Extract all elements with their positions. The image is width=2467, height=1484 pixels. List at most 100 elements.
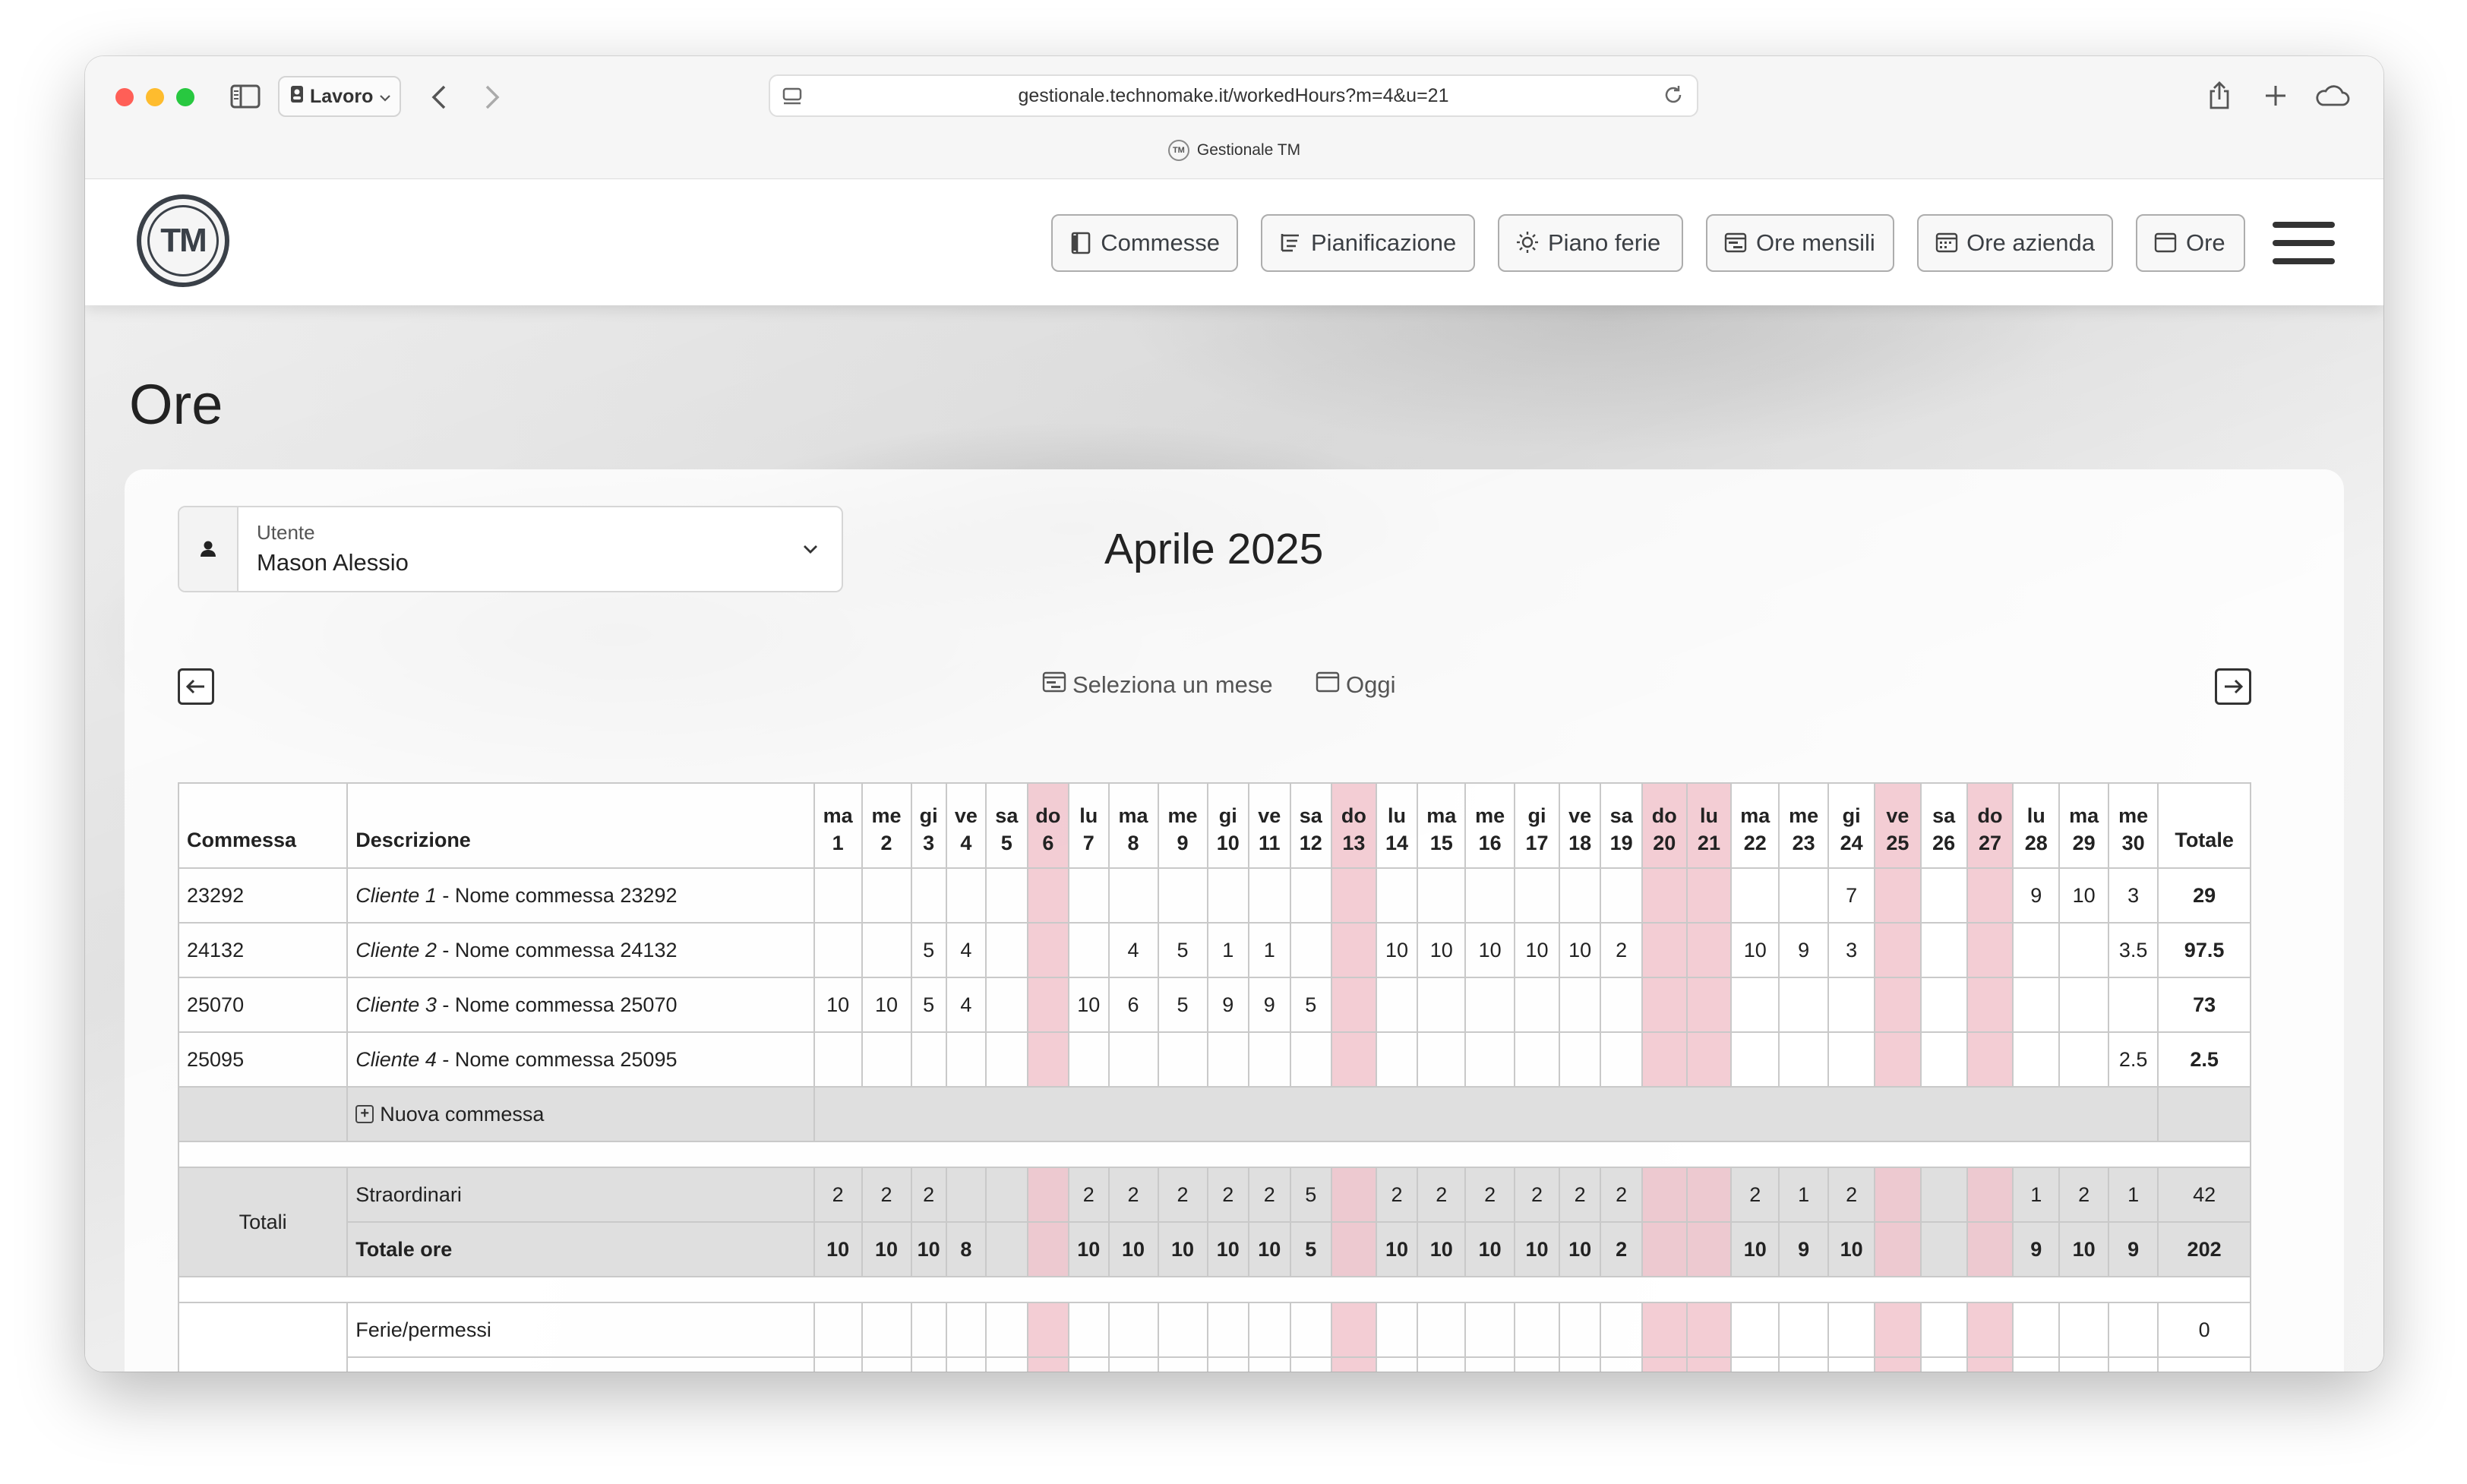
- hours-cell[interactable]: [1026, 1302, 1070, 1358]
- hours-cell[interactable]: 10: [1464, 1221, 1516, 1277]
- user-select[interactable]: Utente Mason Alessio: [178, 506, 843, 592]
- hours-cell[interactable]: [1157, 1302, 1208, 1358]
- hours-cell[interactable]: [910, 1031, 947, 1088]
- hours-cell[interactable]: [985, 1302, 1028, 1358]
- hours-cell[interactable]: [1206, 1031, 1250, 1088]
- hours-cell[interactable]: [1514, 1031, 1560, 1088]
- hours-cell[interactable]: 9: [1248, 977, 1291, 1033]
- hours-cell[interactable]: [1558, 1031, 1602, 1088]
- hours-cell[interactable]: [813, 1302, 863, 1358]
- nav-ore-button[interactable]: Ore: [2136, 214, 2245, 272]
- hours-cell[interactable]: [1026, 922, 1070, 978]
- hours-cell[interactable]: [1685, 867, 1733, 924]
- hours-cell[interactable]: [1248, 867, 1291, 924]
- hours-cell[interactable]: [1966, 1031, 2014, 1088]
- hours-cell[interactable]: [1068, 1356, 1110, 1372]
- hours-cell[interactable]: [1464, 867, 1516, 924]
- hours-cell[interactable]: 1: [2012, 1167, 2061, 1223]
- hours-cell[interactable]: 3.5: [2108, 922, 2159, 978]
- cloud-tabs-icon[interactable]: [2312, 79, 2352, 112]
- hours-cell[interactable]: [2108, 1356, 2159, 1372]
- hours-cell[interactable]: [1730, 1031, 1780, 1088]
- hours-cell[interactable]: [2108, 1302, 2159, 1358]
- hours-cell[interactable]: [1730, 867, 1780, 924]
- hours-cell[interactable]: 2: [1600, 1167, 1643, 1223]
- hamburger-menu-icon[interactable]: [2273, 222, 2335, 264]
- hours-cell[interactable]: [1375, 977, 1419, 1033]
- hours-cell[interactable]: [1919, 867, 1968, 924]
- hours-cell[interactable]: [945, 1031, 987, 1088]
- nav-pianificazione-button[interactable]: Pianificazione: [1261, 214, 1475, 272]
- hours-cell[interactable]: 2: [1827, 1167, 1875, 1223]
- hours-cell[interactable]: 9: [1778, 922, 1830, 978]
- hours-cell[interactable]: [910, 1356, 947, 1372]
- company-logo[interactable]: TM: [137, 194, 229, 287]
- hours-cell[interactable]: 5: [1289, 1221, 1333, 1277]
- hours-cell[interactable]: 3: [1827, 922, 1875, 978]
- hours-cell[interactable]: 10: [1417, 922, 1467, 978]
- hours-cell[interactable]: 8: [945, 1221, 987, 1277]
- hours-cell[interactable]: [1641, 867, 1688, 924]
- hours-cell[interactable]: [1248, 1302, 1291, 1358]
- hours-cell[interactable]: 4: [945, 922, 987, 978]
- hours-cell[interactable]: 2: [1206, 1167, 1250, 1223]
- hours-cell[interactable]: 2: [1157, 1167, 1208, 1223]
- hours-cell[interactable]: [1966, 1221, 2014, 1277]
- hours-cell[interactable]: [1331, 1221, 1377, 1277]
- today-button[interactable]: Oggi: [1316, 668, 1395, 702]
- hours-cell[interactable]: 2.5: [2108, 1031, 2159, 1088]
- hours-cell[interactable]: 10: [1514, 922, 1560, 978]
- hours-cell[interactable]: 9: [1206, 977, 1250, 1033]
- hours-cell[interactable]: [813, 1031, 863, 1088]
- hours-cell[interactable]: 4: [1107, 922, 1159, 978]
- hours-cell[interactable]: [1966, 1356, 2014, 1372]
- hours-cell[interactable]: [813, 1356, 863, 1372]
- previous-month-button[interactable]: [178, 668, 214, 705]
- hours-cell[interactable]: [1464, 1031, 1516, 1088]
- hours-cell[interactable]: [861, 922, 912, 978]
- hours-cell[interactable]: [1641, 1302, 1688, 1358]
- hours-cell[interactable]: 9: [1778, 1221, 1830, 1277]
- hours-cell[interactable]: [1157, 1356, 1208, 1372]
- hours-cell[interactable]: [1558, 1302, 1602, 1358]
- hours-cell[interactable]: [1107, 867, 1159, 924]
- hours-cell[interactable]: [1206, 867, 1250, 924]
- hours-cell[interactable]: [1966, 1302, 2014, 1358]
- hours-cell[interactable]: 2: [813, 1167, 863, 1223]
- hours-cell[interactable]: [1685, 1031, 1733, 1088]
- hours-cell[interactable]: [945, 1356, 987, 1372]
- hours-cell[interactable]: [985, 1031, 1028, 1088]
- hours-cell[interactable]: [1778, 1356, 1830, 1372]
- hours-cell[interactable]: [813, 922, 863, 978]
- hours-cell[interactable]: [1464, 1356, 1516, 1372]
- hours-cell[interactable]: 10: [1375, 1221, 1419, 1277]
- hours-cell[interactable]: [1331, 1031, 1377, 1088]
- hours-cell[interactable]: [1248, 1356, 1291, 1372]
- hours-cell[interactable]: [1026, 1031, 1070, 1088]
- minimize-window-button[interactable]: [146, 88, 164, 106]
- new-tab-icon[interactable]: [2260, 79, 2291, 112]
- hours-cell[interactable]: [1375, 1031, 1419, 1088]
- hours-cell[interactable]: [985, 867, 1028, 924]
- hours-cell[interactable]: 3: [2108, 867, 2159, 924]
- hours-cell[interactable]: [2012, 977, 2061, 1033]
- hours-cell[interactable]: [985, 1167, 1028, 1223]
- hours-cell[interactable]: [1873, 867, 1922, 924]
- hours-cell[interactable]: [861, 1356, 912, 1372]
- hours-cell[interactable]: [1157, 1031, 1208, 1088]
- hours-cell[interactable]: [1919, 1356, 1968, 1372]
- profile-selector[interactable]: Lavoro: [278, 76, 401, 117]
- hours-cell[interactable]: [1873, 1221, 1922, 1277]
- hours-cell[interactable]: [1107, 1031, 1159, 1088]
- hours-cell[interactable]: 2: [1464, 1167, 1516, 1223]
- hours-cell[interactable]: [1778, 1302, 1830, 1358]
- hours-cell[interactable]: [1417, 1302, 1467, 1358]
- hours-cell[interactable]: 2: [1730, 1167, 1780, 1223]
- hours-cell[interactable]: 10: [2058, 1221, 2110, 1277]
- hours-cell[interactable]: [1417, 1356, 1467, 1372]
- hours-cell[interactable]: [1558, 977, 1602, 1033]
- hours-cell[interactable]: [1600, 977, 1643, 1033]
- hours-cell[interactable]: [861, 1302, 912, 1358]
- hours-cell[interactable]: 2: [1107, 1167, 1159, 1223]
- hours-cell[interactable]: 9: [2012, 1221, 2061, 1277]
